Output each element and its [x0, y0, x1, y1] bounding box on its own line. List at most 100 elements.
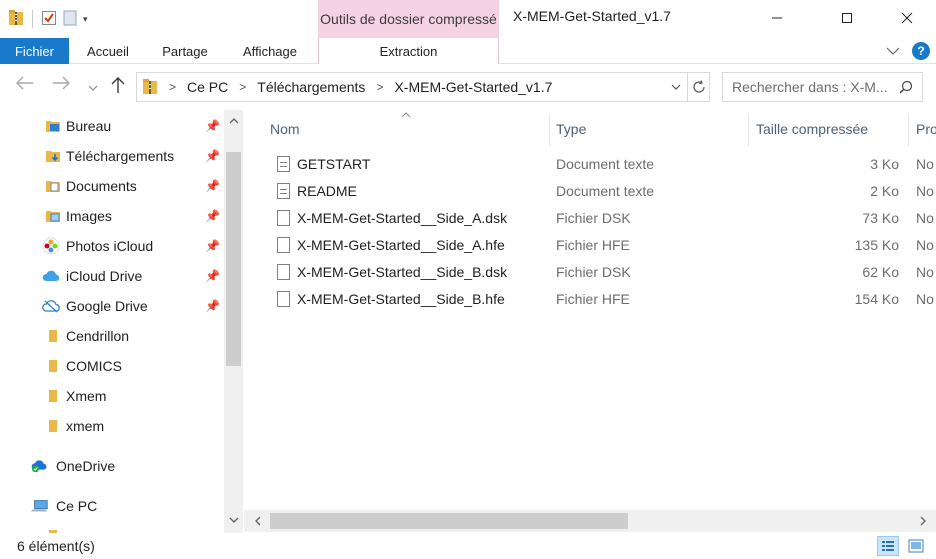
file-list-horizontal-scrollbar[interactable]	[244, 510, 936, 532]
ribbon-right-controls: ?	[886, 42, 930, 60]
toolbar-separator	[32, 10, 33, 28]
up-arrow-icon[interactable]	[110, 76, 126, 99]
customize-qat-icon[interactable]: ▾	[83, 14, 88, 25]
table-row[interactable]: X-MEM-Get-Started__Side_A.hfe Fichier HF…	[244, 232, 936, 259]
pin-icon: 📌	[205, 179, 220, 193]
pin-icon: 📌	[205, 299, 220, 313]
sort-ascending-icon	[401, 110, 411, 121]
breadcrumb-chevron-icon: >	[376, 80, 384, 94]
breadcrumb-chevron-icon: >	[169, 80, 177, 94]
address-bar[interactable]: > Ce PC > Téléchargements > X-MEM-Get-St…	[136, 72, 710, 102]
desktop-folder-icon	[44, 117, 62, 135]
back-arrow-icon[interactable]	[16, 76, 34, 95]
table-row[interactable]: X-MEM-Get-Started__Side_B.dsk Fichier DS…	[244, 259, 936, 286]
address-dropdown-chevron-icon[interactable]	[671, 83, 681, 91]
table-row[interactable]: GETSTART Document texte 3 Ko No	[244, 151, 936, 178]
zip-folder-icon	[8, 9, 24, 30]
file-list: Nom Type Taille compressée Pro GETSTART …	[244, 110, 936, 510]
column-divider[interactable]	[908, 114, 909, 146]
close-button[interactable]	[884, 0, 930, 36]
ribbon-tabs: Fichier Accueil Partage Affichage Extrac…	[0, 38, 936, 64]
recent-locations-chevron-icon[interactable]	[88, 79, 98, 97]
zip-folder-icon	[142, 78, 158, 96]
context-tab-group-title: Outils de dossier compressé	[318, 0, 499, 38]
scroll-up-chevron-icon[interactable]	[224, 112, 243, 129]
downloads-folder-icon	[44, 147, 62, 165]
column-divider[interactable]	[549, 114, 550, 146]
sidebar-item-xmem[interactable]: Xmem	[0, 382, 224, 410]
breadcrumb-chevron-icon: >	[239, 80, 247, 94]
table-row[interactable]: README Document texte 2 Ko No	[244, 178, 936, 205]
sidebar-item-bureau[interactable]: Bureau 📌	[0, 112, 224, 140]
scroll-left-chevron-icon[interactable]	[248, 513, 266, 529]
expand-ribbon-icon[interactable]	[886, 43, 900, 59]
search-icon[interactable]	[899, 80, 913, 94]
sidebar-item-images[interactable]: Images 📌	[0, 202, 224, 230]
tab-view[interactable]: Affichage	[232, 38, 308, 64]
breadcrumb-current-folder[interactable]: X-MEM-Get-Started_v1.7	[394, 79, 552, 95]
title-bar: ▾ Outils de dossier compressé X-MEM-Get-…	[0, 0, 936, 38]
sidebar-item-cendrillon[interactable]: Cendrillon	[0, 322, 224, 350]
pin-icon: 📌	[205, 209, 220, 223]
navigation-pane: Bureau 📌 Téléchargements 📌 Documents 📌 I…	[0, 110, 244, 533]
status-bar: 6 élément(s)	[0, 533, 936, 559]
tab-file[interactable]: Fichier	[0, 38, 69, 64]
maximize-button[interactable]	[824, 0, 870, 36]
sidebar-scrollbar[interactable]	[224, 110, 243, 533]
sidebar-item-icloud-drive[interactable]: iCloud Drive 📌	[0, 262, 224, 290]
sidebar-item-this-pc[interactable]: Ce PC	[0, 492, 224, 520]
folder-icon	[44, 327, 62, 345]
this-pc-icon	[31, 497, 49, 515]
scroll-down-chevron-icon[interactable]	[224, 512, 243, 529]
scroll-right-chevron-icon[interactable]	[914, 513, 932, 529]
tab-share[interactable]: Partage	[152, 38, 218, 64]
file-icon	[277, 210, 290, 226]
folder-icon	[44, 357, 62, 375]
forward-arrow-icon[interactable]	[52, 76, 70, 95]
column-divider[interactable]	[748, 114, 749, 146]
details-view-icon[interactable]	[877, 536, 899, 556]
minimize-button[interactable]	[754, 0, 800, 36]
new-folder-icon[interactable]	[63, 10, 77, 29]
sidebar-item-xmem-lower[interactable]: xmem	[0, 412, 224, 440]
pin-icon: 📌	[205, 119, 220, 133]
sidebar-item-comics[interactable]: COMICS	[0, 352, 224, 380]
sidebar-item-partial	[0, 522, 224, 533]
refresh-icon[interactable]	[687, 73, 710, 101]
search-placeholder: Rechercher dans : X-M...	[732, 79, 888, 95]
table-row[interactable]: X-MEM-Get-Started__Side_B.hfe Fichier HF…	[244, 286, 936, 313]
search-input[interactable]: Rechercher dans : X-M...	[722, 72, 923, 102]
breadcrumb-this-pc[interactable]: Ce PC	[187, 79, 228, 95]
column-header-protected[interactable]: Pro	[916, 114, 936, 144]
images-folder-icon	[44, 207, 62, 225]
sidebar-item-telechargements[interactable]: Téléchargements 📌	[0, 142, 224, 170]
sidebar-scroll-thumb[interactable]	[226, 152, 241, 366]
large-icons-view-icon[interactable]	[905, 536, 927, 556]
pin-icon: 📌	[205, 269, 220, 283]
properties-icon[interactable]	[41, 10, 57, 29]
window-title: X-MEM-Get-Started_v1.7	[513, 8, 671, 24]
file-icon	[277, 291, 290, 307]
sidebar-item-documents[interactable]: Documents 📌	[0, 172, 224, 200]
folder-icon	[44, 417, 62, 435]
folder-icon	[44, 387, 62, 405]
text-file-icon	[277, 183, 290, 199]
sidebar-item-google-drive[interactable]: Google Drive 📌	[0, 292, 224, 320]
horizontal-scroll-thumb[interactable]	[270, 513, 628, 529]
help-icon[interactable]: ?	[912, 42, 930, 60]
column-header-compressed-size[interactable]: Taille compressée	[756, 114, 868, 144]
pin-icon: 📌	[205, 149, 220, 163]
sidebar-item-onedrive[interactable]: OneDrive	[0, 452, 224, 480]
column-header-type[interactable]: Type	[556, 114, 586, 144]
table-row[interactable]: X-MEM-Get-Started__Side_A.dsk Fichier DS…	[244, 205, 936, 232]
breadcrumb-downloads[interactable]: Téléchargements	[257, 79, 365, 95]
documents-folder-icon	[44, 177, 62, 195]
tab-home[interactable]: Accueil	[76, 38, 140, 64]
tab-extraction[interactable]: Extraction	[318, 38, 499, 64]
file-icon	[277, 237, 290, 253]
column-header-name[interactable]: Nom	[270, 114, 300, 144]
sidebar-item-photos-icloud[interactable]: Photos iCloud 📌	[0, 232, 224, 260]
pin-icon: 📌	[205, 239, 220, 253]
file-icon	[277, 264, 290, 280]
google-drive-icon	[42, 297, 60, 315]
